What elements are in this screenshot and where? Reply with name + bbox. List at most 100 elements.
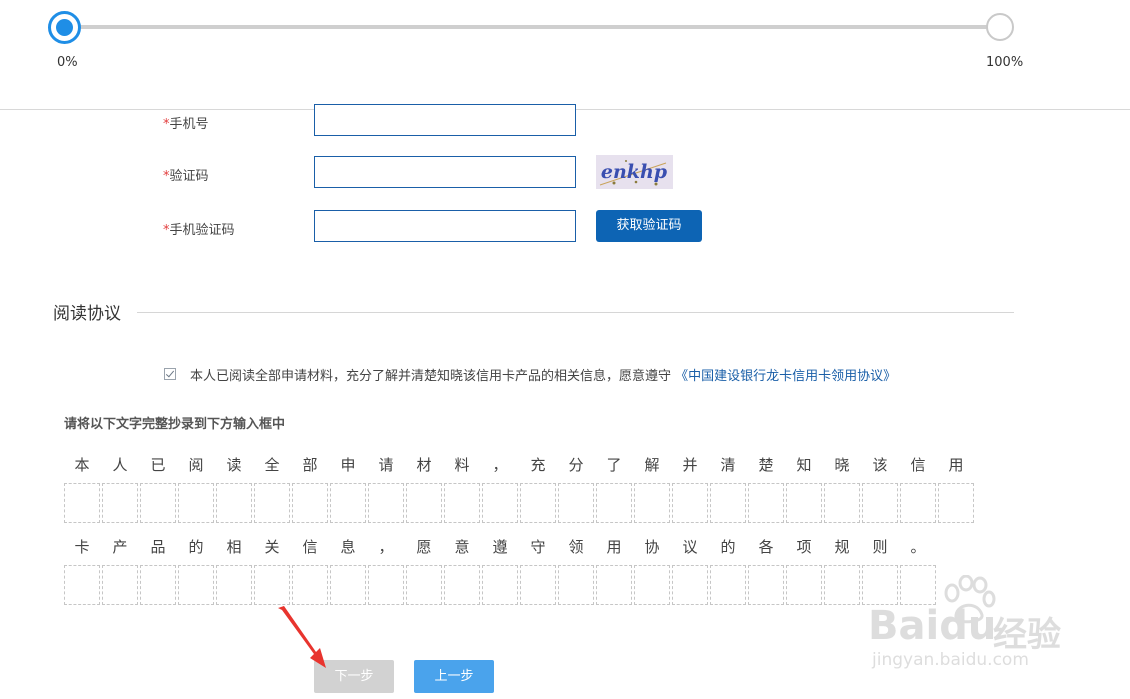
prev-step-button[interactable]: 上一步	[414, 660, 494, 693]
copy-char-input[interactable]	[634, 483, 670, 523]
phone-input[interactable]	[314, 104, 576, 136]
copy-char-input[interactable]	[444, 565, 480, 605]
captcha-image[interactable]: enkhp	[596, 155, 673, 189]
copy-char-input[interactable]	[596, 483, 632, 523]
copy-char: 各	[758, 538, 774, 556]
copy-char-input[interactable]	[558, 565, 594, 605]
copy-char-input[interactable]	[406, 565, 442, 605]
section-divider	[137, 312, 1014, 313]
sms-code-input[interactable]	[314, 210, 576, 242]
copy-char-input[interactable]	[748, 565, 784, 605]
copy-char-input[interactable]	[938, 483, 974, 523]
copy-char: 了	[606, 456, 622, 474]
watermark-logo: Baidu	[868, 603, 997, 649]
copy-char-input[interactable]	[64, 565, 100, 605]
agreement-link[interactable]: 《中国建设银行龙卡信用卡领用协议》	[675, 369, 896, 384]
copy-char-input[interactable]	[900, 483, 936, 523]
captcha-text: enkhp	[601, 161, 668, 183]
copy-char: 读	[226, 456, 242, 474]
copy-char: 卡	[74, 538, 90, 556]
progress-start-handle	[48, 11, 81, 44]
copy-char: 并	[682, 456, 698, 474]
copy-char: 则	[872, 538, 888, 556]
watermark-tag: 经验	[993, 615, 1061, 655]
copy-char-input[interactable]	[140, 483, 176, 523]
copy-char: 阅	[188, 456, 204, 474]
copy-char: 关	[264, 538, 280, 556]
copy-char: 楚	[758, 456, 774, 474]
copy-char-input[interactable]	[254, 565, 290, 605]
copy-char: 清	[720, 456, 736, 474]
copy-char: 全	[264, 456, 280, 474]
copy-char: 用	[948, 456, 964, 474]
copy-char-input[interactable]	[406, 483, 442, 523]
copy-char-input[interactable]	[862, 483, 898, 523]
copy-char-input[interactable]	[710, 483, 746, 523]
copy-char-input[interactable]	[368, 565, 404, 605]
copy-char-input[interactable]	[140, 565, 176, 605]
phone-label-text: 手机号	[169, 117, 209, 132]
copy-char: ，	[378, 538, 394, 556]
copy-char-input[interactable]	[254, 483, 290, 523]
copy-char: 意	[454, 538, 470, 556]
sms-code-label-text: 手机验证码	[169, 223, 235, 238]
copy-char: 请	[378, 456, 394, 474]
copy-char-input[interactable]	[824, 565, 860, 605]
copy-char-input[interactable]	[292, 565, 328, 605]
captcha-input[interactable]	[314, 156, 576, 188]
copy-char-input[interactable]	[672, 565, 708, 605]
copy-char: 晓	[834, 456, 850, 474]
copy-char-input[interactable]	[330, 565, 366, 605]
agree-statement: 本人已阅读全部申请材料，充分了解并清楚知晓该信用卡产品的相关信息，愿意遵守	[190, 369, 672, 384]
copy-instruction: 请将以下文字完整抄录到下方输入框中	[64, 417, 286, 432]
copy-char-input[interactable]	[330, 483, 366, 523]
watermark-url: jingyan.baidu.com	[872, 650, 1029, 670]
copy-char-input[interactable]	[102, 483, 138, 523]
copy-char: 领	[568, 538, 584, 556]
copy-char-input[interactable]	[748, 483, 784, 523]
copy-char-input[interactable]	[482, 483, 518, 523]
copy-char: 息	[340, 538, 356, 556]
agree-text: 本人已阅读全部申请材料，充分了解并清楚知晓该信用卡产品的相关信息，愿意遵守 《中…	[190, 365, 896, 384]
copy-char-input[interactable]	[482, 565, 518, 605]
copy-char: 相	[226, 538, 242, 556]
copy-char-input[interactable]	[520, 483, 556, 523]
get-code-button[interactable]: 获取验证码	[596, 210, 702, 242]
copy-char-input[interactable]	[634, 565, 670, 605]
copy-char: 料	[454, 456, 470, 474]
copy-char-input[interactable]	[596, 565, 632, 605]
copy-char-input[interactable]	[786, 483, 822, 523]
copy-char: 产	[112, 538, 128, 556]
progress-track	[64, 25, 1000, 29]
copy-char: 解	[644, 456, 660, 474]
copy-char-input[interactable]	[520, 565, 556, 605]
copy-char-input[interactable]	[292, 483, 328, 523]
copy-char-input[interactable]	[710, 565, 746, 605]
copy-char: 项	[796, 538, 812, 556]
copy-char-input[interactable]	[824, 483, 860, 523]
captcha-label: *验证码	[163, 165, 209, 184]
copy-char: 的	[720, 538, 736, 556]
copy-char: 守	[530, 538, 546, 556]
copy-char-input[interactable]	[368, 483, 404, 523]
copy-char-input[interactable]	[558, 483, 594, 523]
copy-char: 材	[416, 456, 432, 474]
copy-char: 该	[872, 456, 888, 474]
copy-char-input[interactable]	[672, 483, 708, 523]
copy-char-input[interactable]	[178, 483, 214, 523]
copy-char-input[interactable]	[216, 483, 252, 523]
copy-char-input[interactable]	[64, 483, 100, 523]
copy-char: 已	[150, 456, 166, 474]
progress-start-label: 0%	[57, 55, 78, 70]
sms-code-label: *手机验证码	[163, 219, 235, 238]
copy-char: 充	[530, 456, 546, 474]
copy-char-input[interactable]	[444, 483, 480, 523]
copy-char-input[interactable]	[178, 565, 214, 605]
copy-char-input[interactable]	[786, 565, 822, 605]
copy-char: 信	[910, 456, 926, 474]
copy-char: 。	[910, 538, 926, 556]
agree-checkbox[interactable]	[164, 368, 176, 380]
copy-char-input[interactable]	[102, 565, 138, 605]
copy-char: 信	[302, 538, 318, 556]
copy-char-input[interactable]	[216, 565, 252, 605]
